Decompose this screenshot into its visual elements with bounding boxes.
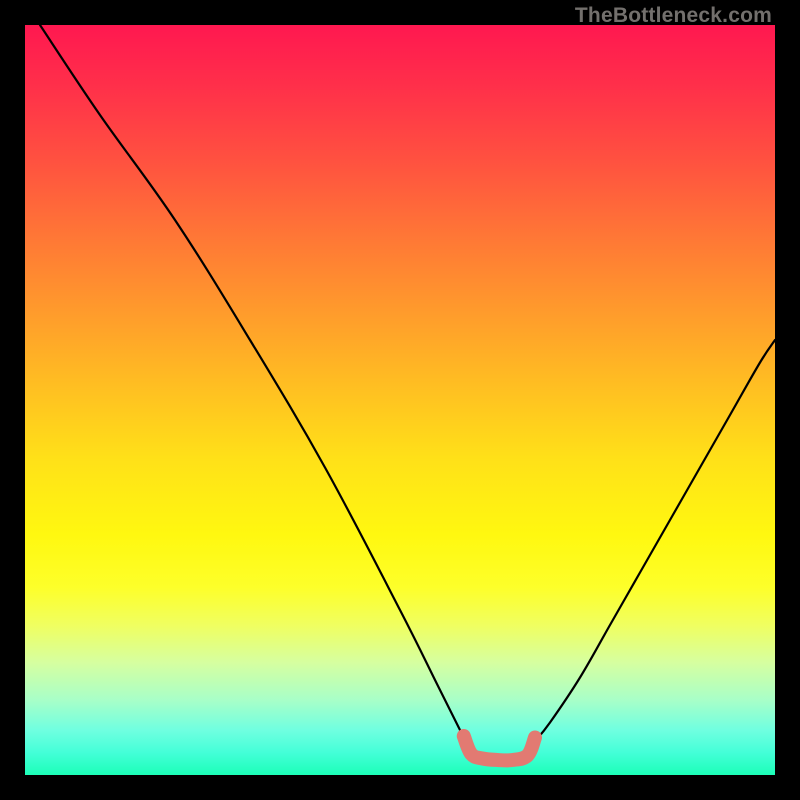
curve-left xyxy=(40,25,471,753)
chart-curves-svg xyxy=(25,25,775,775)
curve-right xyxy=(535,340,775,741)
trough-highlight xyxy=(464,736,535,760)
